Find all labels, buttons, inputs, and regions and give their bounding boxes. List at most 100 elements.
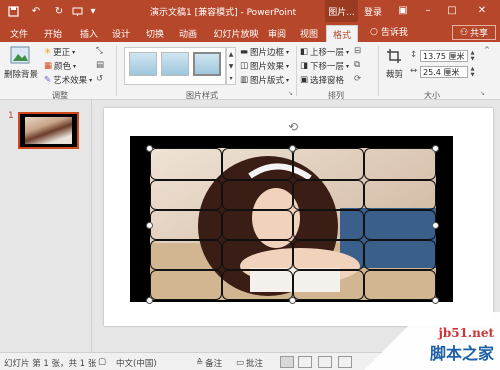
selected-picture[interactable] (150, 148, 436, 300)
tab-format[interactable]: 格式 (326, 25, 358, 42)
height-icon: ↕ (410, 50, 418, 60)
resize-handle[interactable] (289, 297, 296, 304)
gallery-scroll[interactable]: ▲ ▼ ▾ (226, 47, 236, 85)
arrange-group-label: 排列 (328, 91, 344, 100)
present-icon[interactable] (70, 3, 84, 19)
tile (150, 180, 222, 210)
picture-border-label: 图片边框 (250, 48, 285, 58)
divider (378, 46, 379, 96)
selection-pane-icon: ▣ (300, 75, 309, 85)
sun-icon: ✳ (44, 47, 52, 57)
customize-icon[interactable]: ▾ (88, 3, 98, 19)
send-backward-label: 下移一层 (310, 62, 345, 72)
picture-effects-label: 图片效果 (250, 62, 285, 72)
tell-me-search[interactable]: ○ 告诉我 (370, 25, 408, 39)
notes-label: 备注 (205, 359, 223, 369)
divider (296, 46, 297, 96)
login-link[interactable]: 登录 (364, 5, 382, 18)
dialog-launcher-icon[interactable]: ↘ (288, 90, 293, 97)
resize-handle[interactable] (432, 145, 439, 152)
tile (150, 240, 222, 270)
tile (293, 180, 364, 210)
remove-background-icon[interactable] (10, 46, 30, 64)
picture-border-button[interactable]: ▬ 图片边框 ▾ (240, 46, 289, 58)
tile (150, 270, 222, 300)
resize-handle[interactable] (146, 222, 153, 229)
redo-icon[interactable]: ↻ (52, 3, 66, 19)
height-spinner[interactable]: ▲ ▼ (469, 50, 476, 62)
normal-view-icon[interactable] (280, 356, 294, 368)
language-label[interactable]: 中文(中国) (116, 357, 157, 369)
person-icon: ⚇ (459, 27, 469, 38)
send-backward-button[interactable]: ◨ 下移一层 ▾ (300, 60, 349, 72)
tab-transitions[interactable]: 切换 (142, 25, 168, 42)
slide-number: 1 (8, 111, 14, 121)
resize-handle[interactable] (146, 297, 153, 304)
slide-sorter-icon[interactable] (298, 356, 312, 368)
corrections-button[interactable]: ✳ 更正 ▾ (44, 46, 75, 58)
save-icon[interactable] (6, 3, 20, 19)
style-option[interactable] (129, 52, 157, 76)
share-button[interactable]: ⚇ 共享 (452, 25, 496, 40)
spellcheck-icon[interactable]: ▢ (98, 357, 106, 367)
change-picture-icon[interactable]: ▤ (96, 60, 104, 70)
height-field[interactable]: 13.75 厘米 (420, 50, 468, 62)
resize-handle[interactable] (146, 145, 153, 152)
tile (364, 210, 436, 240)
status-bar: 幻灯片 第 1 张，共 1 张 ▢ 中文(中国) ≙ 备注 ▭ 批注 (0, 352, 500, 370)
selection-pane-button[interactable]: ▣ 选择窗格 (300, 74, 344, 86)
tile (293, 240, 364, 270)
tab-review[interactable]: 审阅 (264, 25, 290, 42)
crop-label[interactable]: 裁剪 (386, 68, 403, 80)
ribbon-display-icon[interactable]: ▣ (396, 3, 410, 17)
crop-icon[interactable] (386, 48, 402, 64)
remove-background-label[interactable]: 删除背景 (4, 68, 38, 80)
picture-layout-button[interactable]: ▥ 图片版式 ▾ (240, 74, 289, 86)
tab-view[interactable]: 视图 (296, 25, 322, 42)
tab-slideshow[interactable]: 幻灯片放映 (208, 25, 264, 42)
rotate-handle-icon[interactable]: ⟲ (286, 120, 300, 134)
picture-styles-gallery[interactable] (124, 47, 226, 85)
resize-handle[interactable] (432, 222, 439, 229)
collapse-ribbon-icon[interactable]: ^ (484, 46, 490, 54)
document-title: 演示文稿1 [兼容模式] - PowerPoint (150, 8, 297, 18)
tab-design[interactable]: 设计 (108, 25, 134, 42)
resize-handle[interactable] (289, 145, 296, 152)
reset-picture-icon[interactable]: ↺ (96, 74, 103, 84)
palette-icon: ▦ (44, 61, 53, 71)
style-option[interactable] (193, 52, 221, 76)
artistic-effects-button[interactable]: ✎ 艺术效果 ▾ (44, 74, 92, 86)
align-icon[interactable]: ⊟ (354, 46, 361, 56)
group-icon[interactable]: ⧉ (354, 60, 360, 70)
rotate-icon[interactable]: ⟳ (354, 74, 361, 84)
bring-forward-button[interactable]: ◧ 上移一层 ▾ (300, 46, 349, 58)
slideshow-view-icon[interactable] (338, 356, 352, 368)
picture-styles-group-label: 图片样式 (186, 91, 218, 100)
comments-button[interactable]: ▭ 批注 (236, 357, 263, 369)
minimize-icon[interactable]: – (421, 3, 435, 17)
send-backward-icon: ◨ (300, 61, 309, 71)
picture-tools-context[interactable]: 图片... (325, 0, 358, 22)
picture-effects-button[interactable]: ◫ 图片效果 ▾ (240, 60, 289, 72)
maximize-icon[interactable]: □ (445, 3, 459, 17)
width-spinner[interactable]: ▲ ▼ (469, 66, 476, 78)
color-button[interactable]: ▦ 颜色 ▾ (44, 60, 76, 72)
watermark-url: jb51.net (438, 326, 494, 340)
tab-animations[interactable]: 动画 (175, 25, 201, 42)
undo-icon[interactable]: ↶ (28, 3, 44, 19)
tab-home[interactable]: 开始 (40, 25, 66, 42)
width-field[interactable]: 25.4 厘米 (420, 66, 468, 78)
tile (150, 148, 222, 180)
compress-icon[interactable]: ⤡ (96, 46, 103, 56)
reading-view-icon[interactable] (318, 356, 332, 368)
style-option[interactable] (161, 52, 189, 76)
resize-handle[interactable] (432, 297, 439, 304)
notes-button[interactable]: ≙ 备注 (196, 357, 222, 369)
tab-file[interactable]: 文件 (6, 25, 32, 42)
tab-insert[interactable]: 插入 (76, 25, 102, 42)
dialog-launcher-icon[interactable]: ↘ (480, 90, 485, 97)
tile (364, 270, 436, 300)
tile (293, 270, 364, 300)
slide-thumbnail[interactable] (18, 112, 79, 149)
close-icon[interactable]: ✕ (475, 3, 489, 17)
